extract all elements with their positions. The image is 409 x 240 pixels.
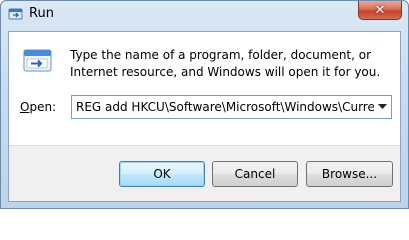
open-combobox[interactable]: REG add HKCU\Software\Microsoft\Windows\… [71,95,392,119]
window-title: Run [29,6,54,21]
instruction-text: Type the name of a program, folder, docu… [70,48,381,79]
open-label: Open: [20,100,56,114]
command-input[interactable]: REG add HKCU\Software\Microsoft\Windows\… [72,100,374,114]
dialog-body: Type the name of a program, folder, docu… [8,31,401,202]
close-button[interactable]: ✕ [358,1,402,20]
browse-button[interactable]: Browse... [306,161,393,187]
chevron-down-icon[interactable] [374,96,391,118]
open-label-text: pen: [29,100,57,114]
cancel-button[interactable]: Cancel [212,161,298,187]
close-icon: ✕ [374,2,386,18]
run-program-icon [22,45,54,77]
title-bar[interactable]: Run ✕ [1,1,408,31]
run-icon [8,7,24,23]
ok-button[interactable]: OK [119,161,205,187]
run-dialog-window: Run ✕ Type the name of a program, folder… [0,0,409,209]
